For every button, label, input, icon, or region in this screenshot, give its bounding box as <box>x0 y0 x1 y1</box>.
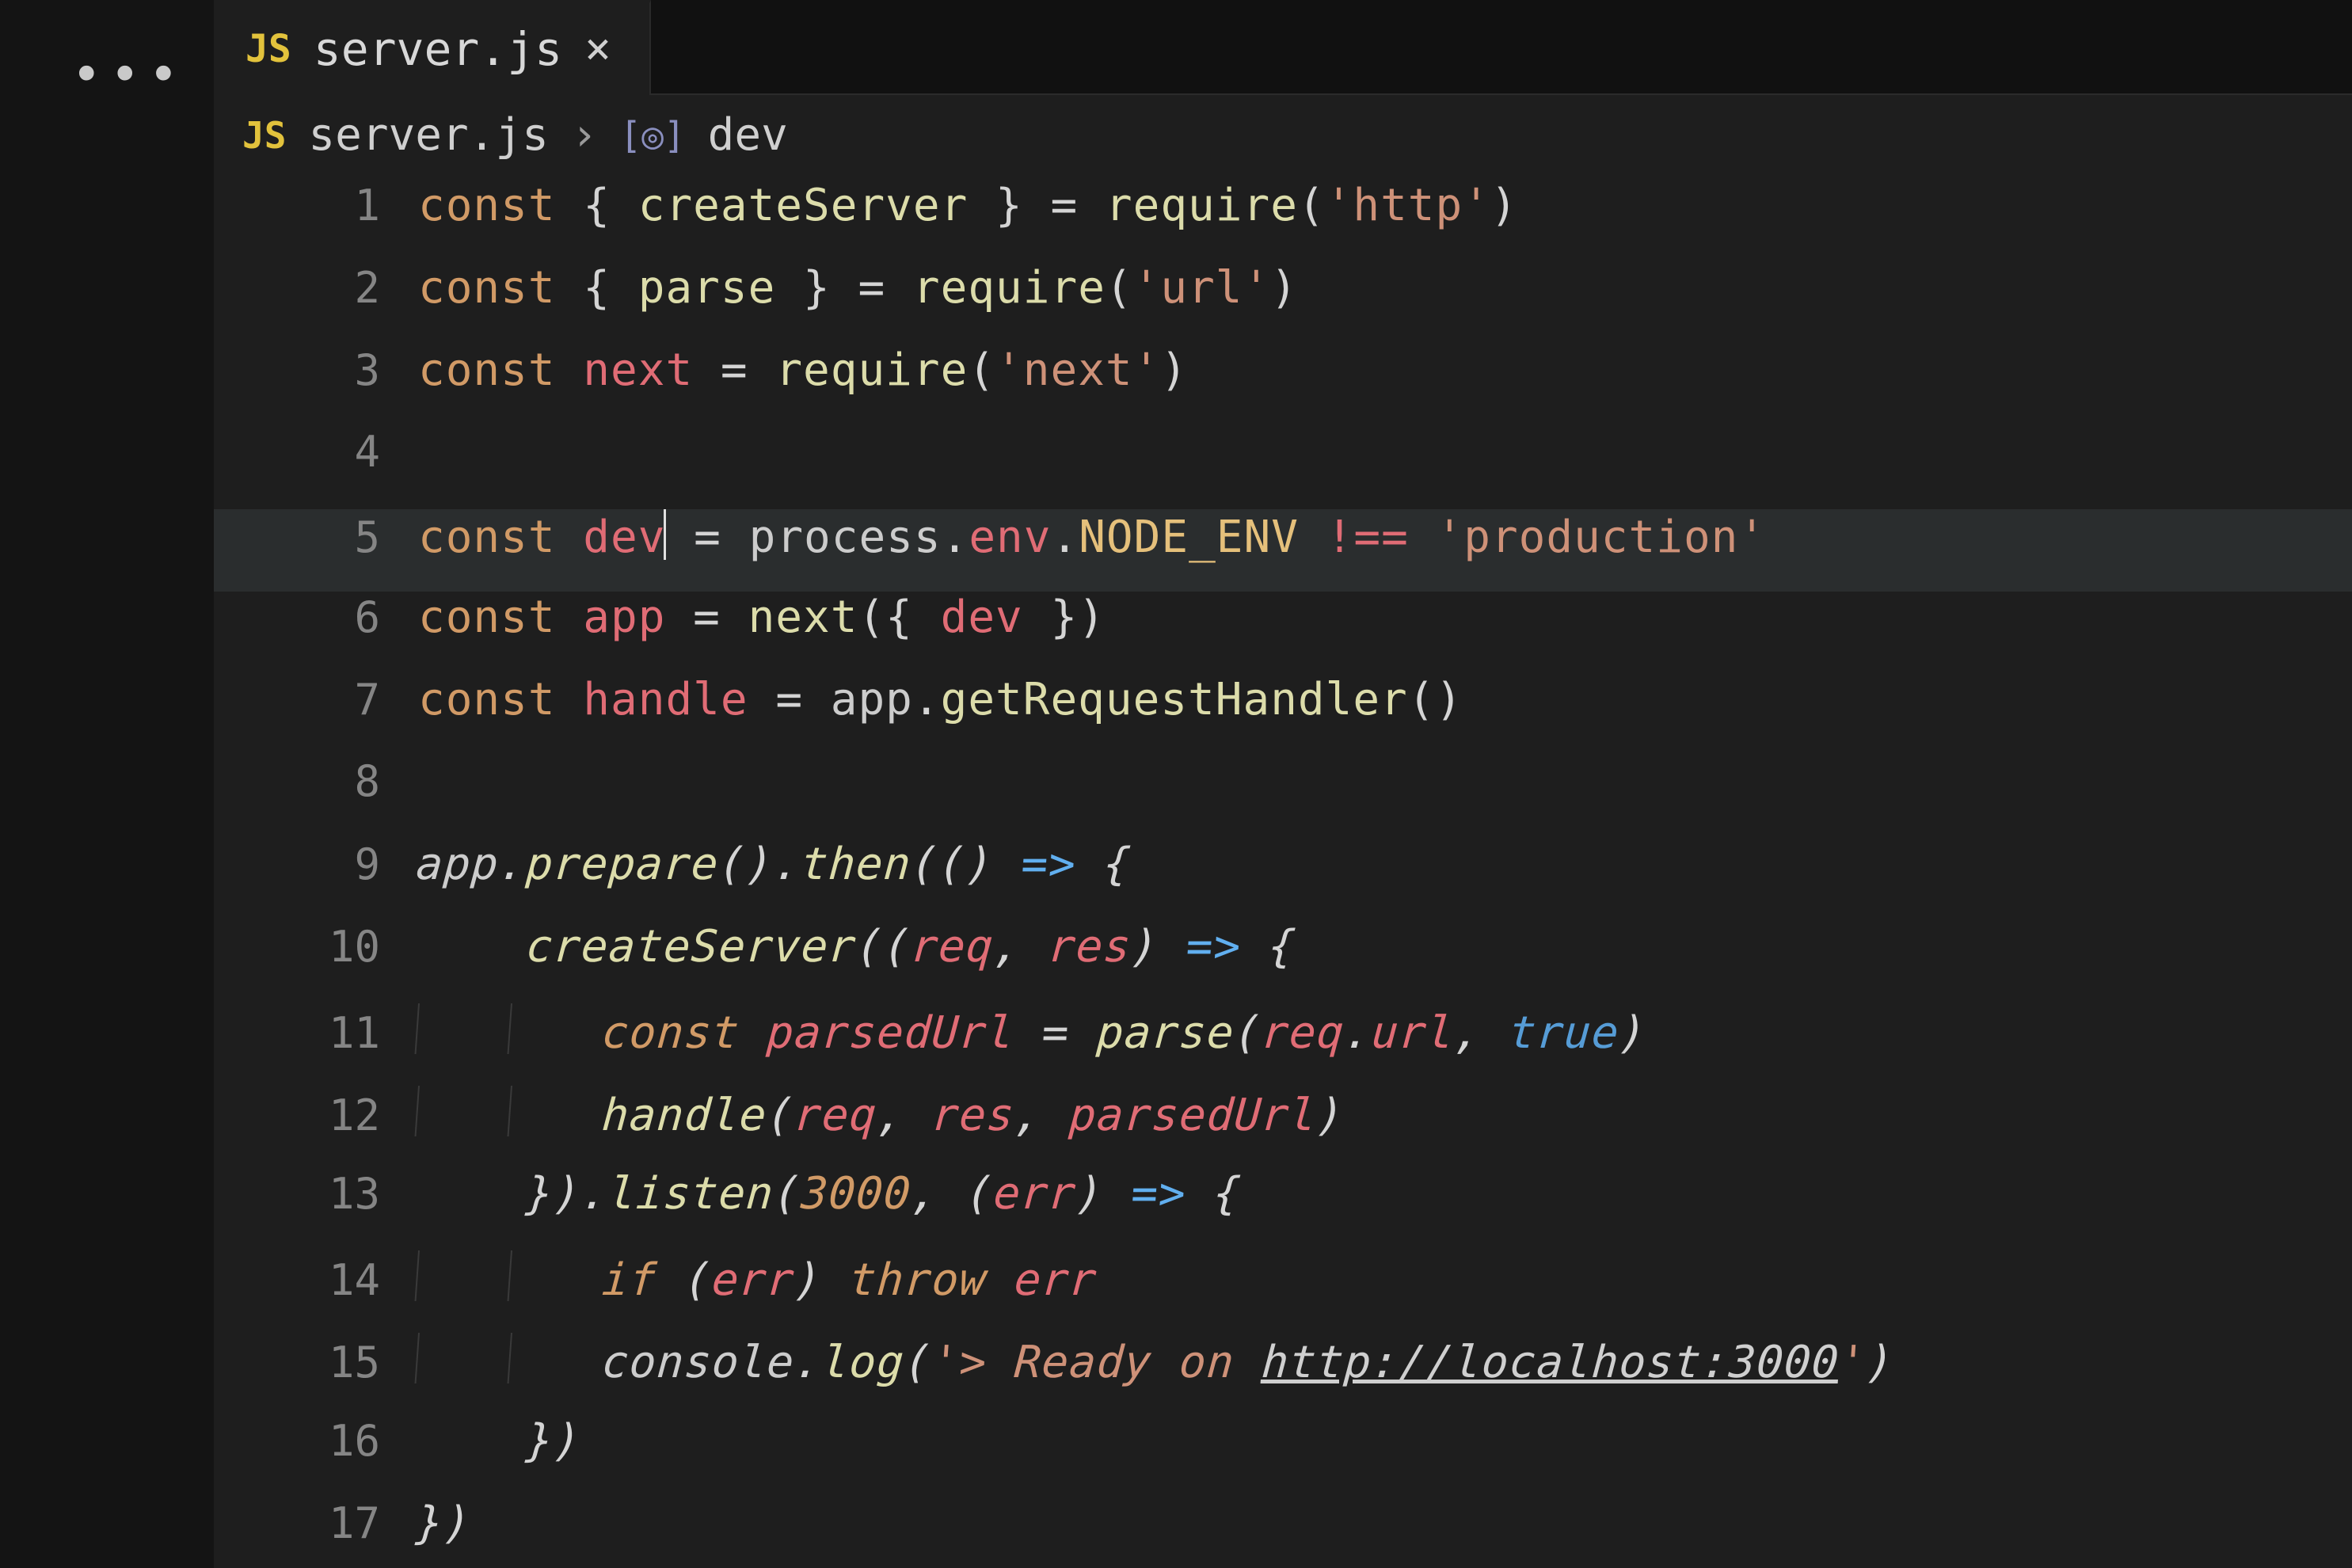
code-line[interactable]: 6const app = next({ dev }) <box>214 592 2352 674</box>
code-line[interactable]: 1const { createServer } = require('http'… <box>214 180 2352 262</box>
tab-bar: JS server.js × <box>214 0 2352 95</box>
code-line[interactable]: 2const { parse } = require('url') <box>214 262 2352 344</box>
code-content[interactable]: }) <box>414 1498 473 1549</box>
code-line[interactable]: 17}) <box>214 1498 2352 1568</box>
line-number: 11 <box>214 1008 418 1058</box>
code-line[interactable]: 9app.prepare().then(() => { <box>214 839 2352 921</box>
chevron-right-icon: › <box>571 109 598 161</box>
code-line[interactable]: 12 handle(req, res, parsedUrl) <box>214 1086 2352 1168</box>
code-content[interactable]: const { parse } = require('url') <box>418 262 1298 314</box>
code-line[interactable]: 14 if (err) throw err <box>214 1250 2352 1333</box>
line-number: 16 <box>214 1416 418 1466</box>
breadcrumb[interactable]: JS server.js › [◎] dev <box>214 95 2352 180</box>
overflow-icon[interactable]: ••• <box>71 46 187 105</box>
breadcrumb-file[interactable]: server.js <box>308 109 548 161</box>
code-content[interactable]: console.log('> Ready on http://localhost… <box>414 1333 1896 1388</box>
line-number: 6 <box>214 592 418 642</box>
line-number: 12 <box>214 1090 418 1140</box>
code-content[interactable]: const next = require('next') <box>418 344 1188 396</box>
line-number: 15 <box>214 1338 418 1387</box>
code-line[interactable]: 13 }).listen(3000, (err) => { <box>214 1168 2352 1250</box>
line-number: 8 <box>214 756 418 806</box>
code-line[interactable]: 10 createServer((req, res) => { <box>214 921 2352 1003</box>
code-content[interactable]: createServer((req, res) => { <box>414 921 1297 972</box>
code-content[interactable]: const { createServer } = require('http') <box>418 180 1518 231</box>
code-content[interactable]: if (err) throw err <box>414 1250 1099 1306</box>
code-editor[interactable]: 1const { createServer } = require('http'… <box>214 180 2352 1568</box>
line-number: 9 <box>214 839 418 889</box>
code-content[interactable]: const app = next({ dev }) <box>418 592 1106 643</box>
code-content[interactable]: }).listen(3000, (err) => { <box>414 1168 1243 1220</box>
code-line[interactable]: 3const next = require('next') <box>214 344 2352 427</box>
code-content[interactable]: app.prepare().then(() => { <box>414 839 1132 890</box>
line-number: 17 <box>214 1498 418 1548</box>
code-line[interactable]: 7const handle = app.getRequestHandler() <box>214 674 2352 756</box>
code-content[interactable]: handle(req, res, parsedUrl) <box>414 1086 1346 1141</box>
code-content[interactable]: }) <box>414 1415 583 1467</box>
line-number: 7 <box>214 675 418 725</box>
code-line[interactable]: 8 <box>214 756 2352 839</box>
js-file-icon: JS <box>245 27 291 71</box>
code-line[interactable]: 4 <box>214 427 2352 509</box>
code-content[interactable]: const handle = app.getRequestHandler() <box>418 674 1463 725</box>
code-content[interactable]: const parsedUrl = parse(req.url, true) <box>414 1003 1649 1059</box>
activity-bar[interactable]: ••• <box>0 0 214 1568</box>
code-content[interactable]: const dev = process.env.NODE_ENV !== 'pr… <box>418 509 1766 563</box>
variable-icon: [◎] <box>620 114 686 157</box>
breadcrumb-symbol[interactable]: dev <box>708 109 788 161</box>
code-line[interactable]: 11 const parsedUrl = parse(req.url, true… <box>214 1003 2352 1086</box>
tab-well <box>651 0 2352 95</box>
tab-server-js[interactable]: JS server.js × <box>214 0 651 95</box>
code-line[interactable]: 16 }) <box>214 1415 2352 1498</box>
code-line[interactable]: 15 console.log('> Ready on http://localh… <box>214 1333 2352 1415</box>
close-icon[interactable]: × <box>584 27 611 71</box>
line-number: 3 <box>214 345 418 395</box>
line-number: 13 <box>214 1169 418 1219</box>
code-line[interactable]: 5const dev = process.env.NODE_ENV !== 'p… <box>214 509 2352 592</box>
editor-area: JS server.js × JS server.js › [◎] dev 1c… <box>214 0 2352 1568</box>
js-file-icon: JS <box>242 114 286 157</box>
line-number: 2 <box>214 263 418 313</box>
line-number: 1 <box>214 181 418 230</box>
tab-title: server.js <box>314 22 562 76</box>
line-number: 10 <box>214 922 418 972</box>
line-number: 4 <box>214 427 418 477</box>
line-number: 14 <box>214 1255 418 1305</box>
line-number: 5 <box>214 512 418 562</box>
